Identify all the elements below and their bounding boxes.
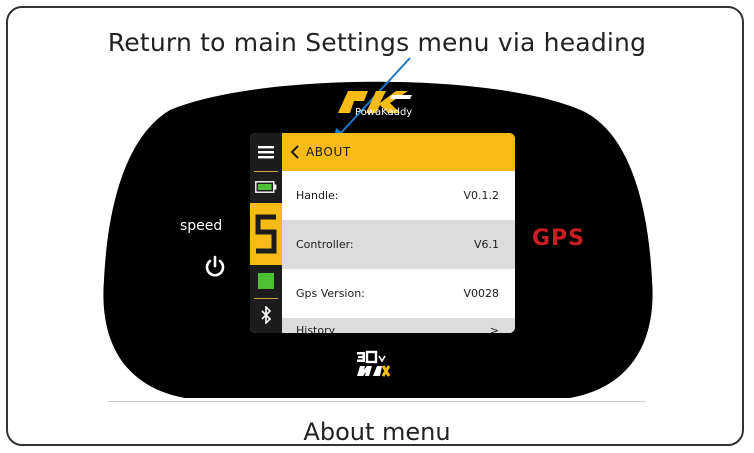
bluetooth-icon[interactable] (250, 301, 282, 329)
row-value: V6.1 (473, 238, 499, 251)
row-label: Handle: (296, 189, 339, 202)
list-item-handle: Handle: V0.1.2 (282, 171, 515, 220)
speed-label: speed (180, 218, 223, 234)
power-icon[interactable] (204, 255, 226, 277)
list-item-history[interactable]: History > (282, 318, 515, 333)
chevron-left-icon[interactable] (290, 145, 300, 159)
divider (108, 401, 646, 402)
row-label: Controller: (296, 238, 354, 251)
battery-icon (250, 173, 282, 201)
gps-label: GPS (532, 226, 586, 251)
speed-digit[interactable] (250, 203, 282, 265)
brand-name: PowaKaddy (355, 107, 413, 118)
green-square-icon[interactable] (250, 267, 282, 295)
list-item-gps-version: Gps Version: V0028 (282, 269, 515, 318)
row-label: History (296, 324, 336, 333)
side-rail (250, 133, 282, 333)
annotation-heading: Return to main Settings menu via heading (107, 28, 647, 57)
row-label: Gps Version: (296, 287, 365, 300)
model-badge-logo (357, 350, 391, 377)
about-header[interactable]: ABOUT (282, 133, 515, 171)
device-screen: ABOUT Handle: V0.1.2 Controller: V6.1 Gp… (250, 133, 515, 333)
row-value: V0.1.2 (463, 189, 499, 202)
row-value: V0028 (463, 287, 499, 300)
chevron-right-icon: > (489, 324, 499, 333)
annotation-caption: About menu (303, 418, 451, 446)
header-title: ABOUT (306, 145, 351, 159)
menu-icon[interactable] (250, 137, 282, 167)
list-item-controller: Controller: V6.1 (282, 220, 515, 269)
